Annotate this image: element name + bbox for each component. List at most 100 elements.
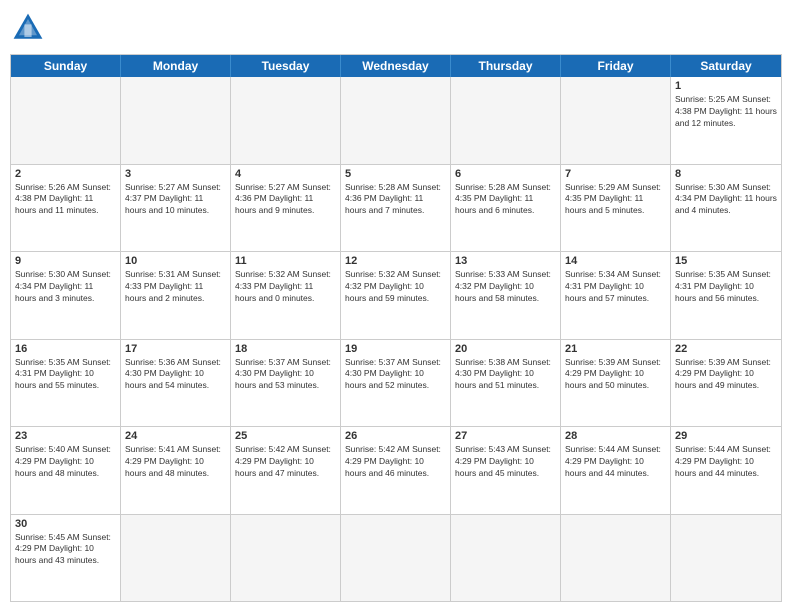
calendar-row-2: 9 Sunrise: 5:30 AM Sunset: 4:34 PM Daylig…: [11, 252, 781, 340]
day-number: 21: [565, 343, 666, 355]
cell-info: Sunrise: 5:27 AM Sunset: 4:36 PM Dayligh…: [235, 182, 336, 218]
calendar-cell: 26Sunrise: 5:42 AM Sunset: 4:29 PM Dayli…: [341, 427, 451, 514]
calendar-cell: 27Sunrise: 5:43 AM Sunset: 4:29 PM Dayli…: [451, 427, 561, 514]
cell-info: Sunrise: 5:42 AM Sunset: 4:29 PM Dayligh…: [235, 444, 336, 480]
day-number: 19: [345, 343, 446, 355]
calendar-cell: 15 Sunrise: 5:35 AM Sunset: 4:31 PM Dayli…: [671, 252, 781, 339]
calendar-cell: [121, 515, 231, 602]
day-number: 10: [125, 255, 226, 267]
logo: [10, 10, 50, 46]
calendar-cell: [341, 77, 451, 164]
cell-info: Sunrise: 5:35 AM Sunset: 4:31 PM Dayligh…: [675, 269, 777, 305]
day-header-monday: Monday: [121, 55, 231, 77]
day-number: 12: [345, 255, 446, 267]
calendar-cell: 14Sunrise: 5:34 AM Sunset: 4:31 PM Dayli…: [561, 252, 671, 339]
calendar-cell: 29 Sunrise: 5:44 AM Sunset: 4:29 PM Dayli…: [671, 427, 781, 514]
calendar-cell: [451, 77, 561, 164]
day-number: 4: [235, 168, 336, 180]
calendar-cell: 17Sunrise: 5:36 AM Sunset: 4:30 PM Dayli…: [121, 340, 231, 427]
calendar-cell: [231, 515, 341, 602]
calendar-cell: [671, 515, 781, 602]
calendar-cell: [561, 77, 671, 164]
calendar-cell: 19 Sunrise: 5:37 AM Sunset: 4:30 PM Dayli…: [341, 340, 451, 427]
cell-info: Sunrise: 5:26 AM Sunset: 4:38 PM Dayligh…: [15, 182, 116, 218]
day-number: 23: [15, 430, 116, 442]
day-number: 30: [15, 518, 116, 530]
calendar-cell: 25 Sunrise: 5:42 AM Sunset: 4:29 PM Dayli…: [231, 427, 341, 514]
cell-info: Sunrise: 5:44 AM Sunset: 4:29 PM Dayligh…: [675, 444, 777, 480]
calendar-cell: [341, 515, 451, 602]
calendar-cell: 4 Sunrise: 5:27 AM Sunset: 4:36 PM Daylig…: [231, 165, 341, 252]
calendar-cell: 18Sunrise: 5:37 AM Sunset: 4:30 PM Dayli…: [231, 340, 341, 427]
day-number: 25: [235, 430, 336, 442]
day-number: 13: [455, 255, 556, 267]
day-header-saturday: Saturday: [671, 55, 781, 77]
calendar-cell: 24 Sunrise: 5:41 AM Sunset: 4:29 PM Dayli…: [121, 427, 231, 514]
cell-info: Sunrise: 5:30 AM Sunset: 4:34 PM Dayligh…: [15, 269, 116, 305]
day-number: 2: [15, 168, 116, 180]
calendar-cell: 8 Sunrise: 5:30 AM Sunset: 4:34 PM Daylig…: [671, 165, 781, 252]
calendar-cell: 7Sunrise: 5:29 AM Sunset: 4:35 PM Daylig…: [561, 165, 671, 252]
day-number: 28: [565, 430, 666, 442]
cell-info: Sunrise: 5:43 AM Sunset: 4:29 PM Dayligh…: [455, 444, 556, 480]
day-number: 1: [675, 80, 777, 92]
day-number: 11: [235, 255, 336, 267]
day-header-friday: Friday: [561, 55, 671, 77]
calendar-cell: 6Sunrise: 5:28 AM Sunset: 4:35 PM Daylig…: [451, 165, 561, 252]
cell-info: Sunrise: 5:37 AM Sunset: 4:30 PM Dayligh…: [235, 357, 336, 393]
calendar-cell: 21 Sunrise: 5:39 AM Sunset: 4:29 PM Dayli…: [561, 340, 671, 427]
calendar-row-3: 16 Sunrise: 5:35 AM Sunset: 4:31 PM Dayli…: [11, 340, 781, 428]
calendar-cell: 10 Sunrise: 5:31 AM Sunset: 4:33 PM Dayli…: [121, 252, 231, 339]
calendar-cell: 9 Sunrise: 5:30 AM Sunset: 4:34 PM Daylig…: [11, 252, 121, 339]
cell-info: Sunrise: 5:44 AM Sunset: 4:29 PM Dayligh…: [565, 444, 666, 480]
day-number: 24: [125, 430, 226, 442]
day-number: 5: [345, 168, 446, 180]
calendar-cell: [451, 515, 561, 602]
cell-info: Sunrise: 5:30 AM Sunset: 4:34 PM Dayligh…: [675, 182, 777, 218]
cell-info: Sunrise: 5:36 AM Sunset: 4:30 PM Dayligh…: [125, 357, 226, 393]
calendar-cell: 11Sunrise: 5:32 AM Sunset: 4:33 PM Dayli…: [231, 252, 341, 339]
day-number: 29: [675, 430, 777, 442]
cell-info: Sunrise: 5:39 AM Sunset: 4:29 PM Dayligh…: [565, 357, 666, 393]
cell-info: Sunrise: 5:45 AM Sunset: 4:29 PM Dayligh…: [15, 532, 116, 568]
calendar-header: SundayMondayTuesdayWednesdayThursdayFrid…: [11, 55, 781, 77]
calendar-cell: 1Sunrise: 5:25 AM Sunset: 4:38 PM Daylig…: [671, 77, 781, 164]
calendar-row-0: 1Sunrise: 5:25 AM Sunset: 4:38 PM Daylig…: [11, 77, 781, 165]
day-number: 9: [15, 255, 116, 267]
calendar-cell: 23 Sunrise: 5:40 AM Sunset: 4:29 PM Dayli…: [11, 427, 121, 514]
calendar-row-4: 23 Sunrise: 5:40 AM Sunset: 4:29 PM Dayli…: [11, 427, 781, 515]
calendar-cell: 5 Sunrise: 5:28 AM Sunset: 4:36 PM Daylig…: [341, 165, 451, 252]
cell-info: Sunrise: 5:28 AM Sunset: 4:36 PM Dayligh…: [345, 182, 446, 218]
day-header-sunday: Sunday: [11, 55, 121, 77]
day-number: 6: [455, 168, 556, 180]
day-number: 20: [455, 343, 556, 355]
calendar-cell: [121, 77, 231, 164]
calendar-cell: 12 Sunrise: 5:32 AM Sunset: 4:32 PM Dayli…: [341, 252, 451, 339]
cell-info: Sunrise: 5:35 AM Sunset: 4:31 PM Dayligh…: [15, 357, 116, 393]
calendar-cell: [11, 77, 121, 164]
cell-info: Sunrise: 5:38 AM Sunset: 4:30 PM Dayligh…: [455, 357, 556, 393]
cell-info: Sunrise: 5:29 AM Sunset: 4:35 PM Dayligh…: [565, 182, 666, 218]
cell-info: Sunrise: 5:33 AM Sunset: 4:32 PM Dayligh…: [455, 269, 556, 305]
calendar-cell: 20 Sunrise: 5:38 AM Sunset: 4:30 PM Dayli…: [451, 340, 561, 427]
cell-info: Sunrise: 5:37 AM Sunset: 4:30 PM Dayligh…: [345, 357, 446, 393]
calendar-row-1: 2 Sunrise: 5:26 AM Sunset: 4:38 PM Daylig…: [11, 165, 781, 253]
cell-info: Sunrise: 5:40 AM Sunset: 4:29 PM Dayligh…: [15, 444, 116, 480]
cell-info: Sunrise: 5:42 AM Sunset: 4:29 PM Dayligh…: [345, 444, 446, 480]
logo-icon: [10, 10, 46, 46]
day-number: 8: [675, 168, 777, 180]
calendar-cell: 22Sunrise: 5:39 AM Sunset: 4:29 PM Dayli…: [671, 340, 781, 427]
calendar-body: 1Sunrise: 5:25 AM Sunset: 4:38 PM Daylig…: [11, 77, 781, 601]
calendar-row-5: 30 Sunrise: 5:45 AM Sunset: 4:29 PM Dayli…: [11, 515, 781, 602]
day-header-wednesday: Wednesday: [341, 55, 451, 77]
day-header-tuesday: Tuesday: [231, 55, 341, 77]
cell-info: Sunrise: 5:31 AM Sunset: 4:33 PM Dayligh…: [125, 269, 226, 305]
day-number: 16: [15, 343, 116, 355]
day-header-thursday: Thursday: [451, 55, 561, 77]
cell-info: Sunrise: 5:27 AM Sunset: 4:37 PM Dayligh…: [125, 182, 226, 218]
calendar-cell: 28 Sunrise: 5:44 AM Sunset: 4:29 PM Dayli…: [561, 427, 671, 514]
day-number: 15: [675, 255, 777, 267]
cell-info: Sunrise: 5:32 AM Sunset: 4:32 PM Dayligh…: [345, 269, 446, 305]
day-number: 22: [675, 343, 777, 355]
cell-info: Sunrise: 5:41 AM Sunset: 4:29 PM Dayligh…: [125, 444, 226, 480]
